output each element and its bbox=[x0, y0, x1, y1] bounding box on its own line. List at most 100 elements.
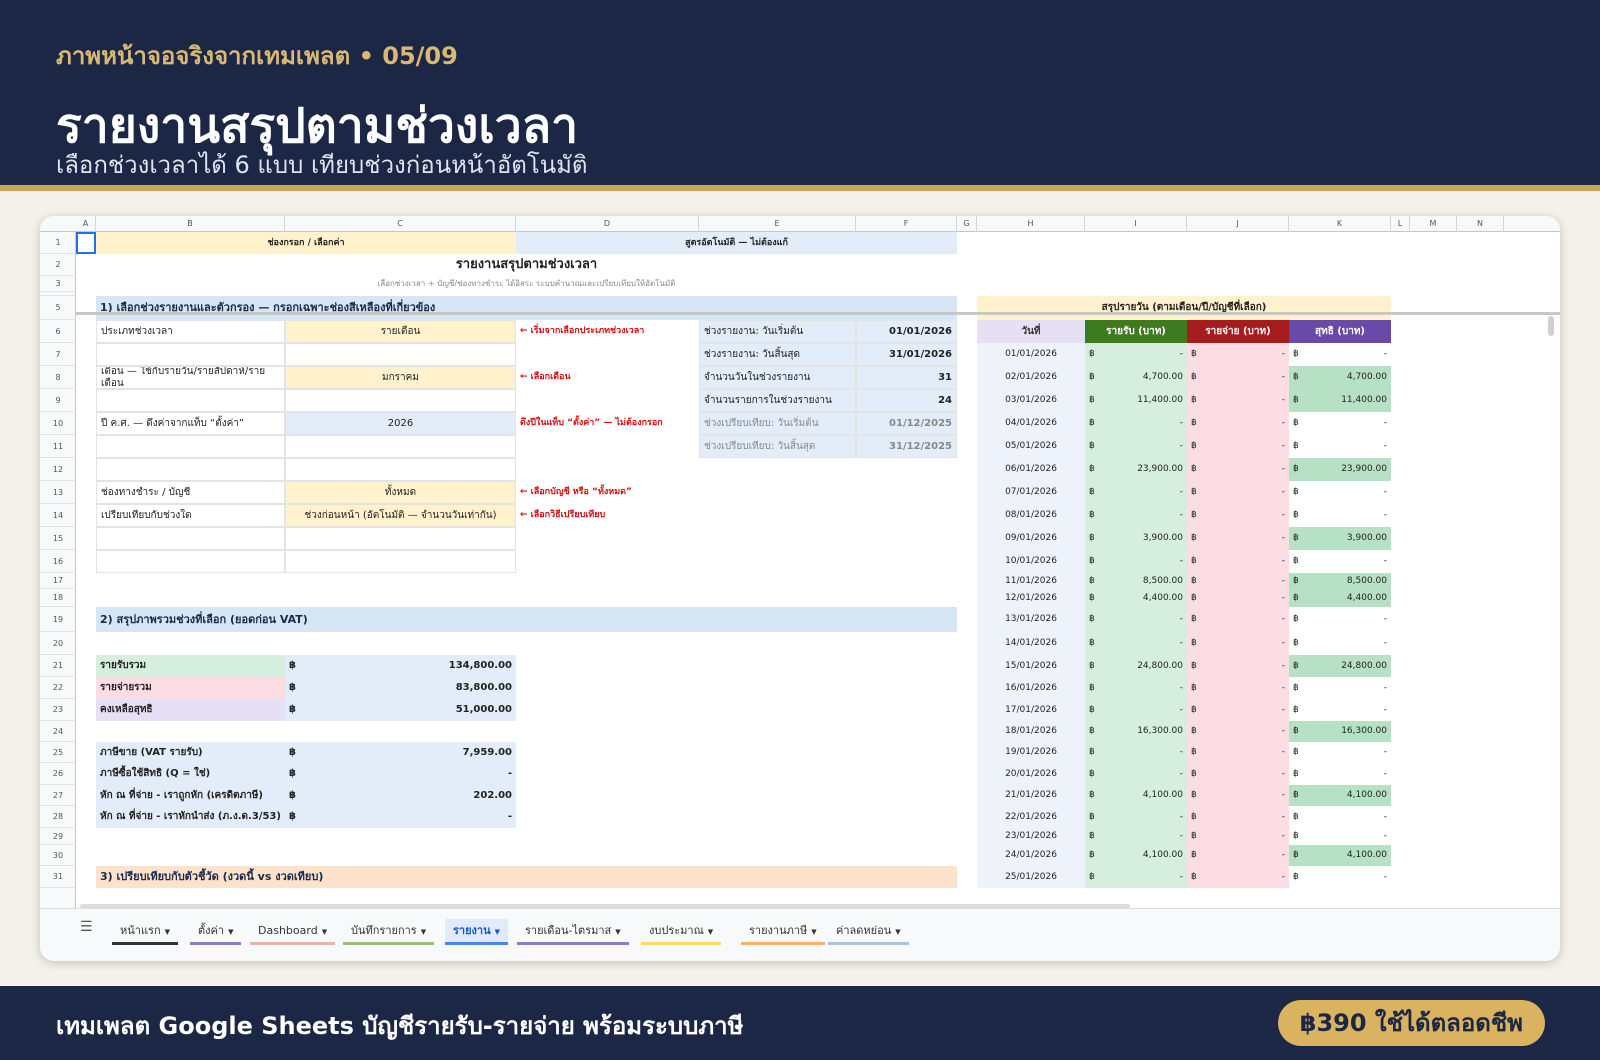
row-header[interactable]: 1 bbox=[40, 232, 76, 254]
empty-cell[interactable] bbox=[285, 389, 516, 412]
daily-value: 4,700.00 bbox=[1142, 372, 1183, 383]
row-header[interactable]: 29 bbox=[40, 828, 76, 845]
chevron-down-icon[interactable]: ▼ bbox=[421, 928, 426, 936]
tab-0[interactable]: หน้าแรก ▼ bbox=[112, 919, 178, 945]
promo-footer: เทมเพลต Google Sheets บัญชีรายรับ-รายจ่า… bbox=[0, 986, 1600, 1060]
chevron-down-icon[interactable]: ▼ bbox=[228, 928, 233, 936]
chevron-down-icon[interactable]: ▼ bbox=[165, 928, 170, 936]
row-header[interactable]: 11 bbox=[40, 435, 76, 458]
row-header[interactable]: 17 bbox=[40, 573, 76, 589]
info-label: จำนวนวันในช่วงรายงาน bbox=[699, 366, 856, 389]
row-header[interactable]: 27 bbox=[40, 785, 76, 806]
empty-cell[interactable] bbox=[285, 435, 516, 458]
daily-value: - bbox=[1179, 614, 1183, 625]
filter-value-month[interactable]: มกราคม bbox=[285, 366, 516, 389]
empty-cell[interactable] bbox=[96, 550, 285, 573]
row-header[interactable]: 12 bbox=[40, 458, 76, 481]
column-header[interactable]: A bbox=[76, 216, 96, 232]
empty-cell[interactable] bbox=[96, 435, 285, 458]
chevron-down-icon[interactable]: ▼ bbox=[811, 928, 816, 936]
row-header[interactable]: 18 bbox=[40, 589, 76, 607]
daily-date: 04/01/2026 bbox=[977, 412, 1085, 435]
row-header[interactable]: 21 bbox=[40, 655, 76, 677]
tab-7[interactable]: รายงานภาษี ▼ bbox=[741, 919, 825, 945]
tab-8[interactable]: ค่าลดหย่อน ▼ bbox=[828, 919, 909, 945]
daily-value: - bbox=[1281, 790, 1285, 801]
chevron-down-icon[interactable]: ▼ bbox=[895, 928, 900, 936]
empty-cell[interactable] bbox=[285, 343, 516, 366]
row-header[interactable]: 19 bbox=[40, 607, 76, 632]
column-header[interactable]: I bbox=[1085, 216, 1187, 232]
row-header[interactable]: 16 bbox=[40, 550, 76, 573]
column-header[interactable]: C bbox=[285, 216, 516, 232]
price-badge[interactable]: ฿390 ใช้ได้ตลอดชีพ bbox=[1277, 1000, 1545, 1046]
tab-3[interactable]: บันทึกรายการ ▼ bbox=[343, 919, 435, 945]
row-header[interactable]: 28 bbox=[40, 806, 76, 828]
row-header[interactable]: 6 bbox=[40, 320, 76, 343]
daily-value: 4,100.00 bbox=[1142, 850, 1183, 861]
empty-cell[interactable] bbox=[285, 458, 516, 481]
vertical-scrollbar[interactable] bbox=[1548, 316, 1554, 336]
row-header[interactable]: 23 bbox=[40, 699, 76, 721]
tab-label: ค่าลดหย่อน bbox=[836, 924, 892, 937]
row-header[interactable]: 5 bbox=[40, 296, 76, 320]
empty-cell[interactable] bbox=[96, 389, 285, 412]
row-header[interactable]: 26 bbox=[40, 763, 76, 785]
daily-value: - bbox=[1281, 831, 1285, 842]
row-header[interactable]: 31 bbox=[40, 866, 76, 888]
row-header[interactable]: 24 bbox=[40, 721, 76, 742]
daily-value: - bbox=[1281, 638, 1285, 649]
info-label: ช่วงรายงาน: วันสิ้นสุด bbox=[699, 343, 856, 366]
daily-value: - bbox=[1281, 660, 1285, 671]
column-header[interactable]: F bbox=[856, 216, 957, 232]
chevron-down-icon[interactable]: ▼ bbox=[615, 928, 620, 936]
column-header[interactable]: K bbox=[1289, 216, 1391, 232]
tab-2[interactable]: Dashboard ▼ bbox=[250, 919, 336, 945]
filter-value-type[interactable]: รายเดือน bbox=[285, 320, 516, 343]
chevron-down-icon[interactable]: ▼ bbox=[708, 928, 713, 936]
menu-icon[interactable]: ☰ bbox=[80, 919, 93, 935]
row-header[interactable]: 15 bbox=[40, 527, 76, 550]
row-header[interactable]: 7 bbox=[40, 343, 76, 366]
empty-cell[interactable] bbox=[285, 527, 516, 550]
empty-cell[interactable] bbox=[96, 458, 285, 481]
empty-cell[interactable] bbox=[285, 550, 516, 573]
column-header[interactable]: H bbox=[977, 216, 1085, 232]
chevron-down-icon[interactable]: ▼ bbox=[495, 928, 500, 936]
column-header[interactable]: N bbox=[1457, 216, 1504, 232]
row-header[interactable]: 13 bbox=[40, 481, 76, 504]
daily-date: 16/01/2026 bbox=[977, 677, 1085, 699]
empty-cell[interactable] bbox=[96, 527, 285, 550]
chevron-down-icon[interactable]: ▼ bbox=[322, 928, 327, 936]
column-header[interactable]: G bbox=[957, 216, 977, 232]
filter-note: ← เริ่มจากเลือกประเภทช่วงเวลา bbox=[520, 326, 645, 337]
filter-value-cmp[interactable]: ช่วงก่อนหน้า (อัตโนมัติ — จำนวนวันเท่ากั… bbox=[285, 504, 516, 527]
column-header[interactable]: M bbox=[1410, 216, 1457, 232]
selected-cell[interactable] bbox=[76, 232, 96, 254]
row-header[interactable]: 14 bbox=[40, 504, 76, 527]
row-header[interactable]: 3 bbox=[40, 276, 76, 292]
column-header[interactable]: B bbox=[96, 216, 285, 232]
row-header[interactable]: 2 bbox=[40, 254, 76, 276]
row-header[interactable]: 20 bbox=[40, 632, 76, 655]
tab-label: บันทึกรายการ bbox=[351, 924, 417, 937]
header-desc: เลือกช่วงเวลาได้ 6 แบบ เทียบช่วงก่อนหน้า… bbox=[56, 151, 588, 179]
column-header[interactable]: E bbox=[699, 216, 856, 232]
row-header[interactable]: 10 bbox=[40, 412, 76, 435]
tab-1[interactable]: ตั้งค่า ▼ bbox=[190, 919, 242, 945]
section-2-title: 2) สรุปภาพรวมช่วงที่เลือก (ยอดก่อน VAT) bbox=[96, 607, 957, 632]
row-header[interactable]: 30 bbox=[40, 845, 76, 866]
filter-value-acct[interactable]: ทั้งหมด bbox=[285, 481, 516, 504]
tab-6[interactable]: งบประมาณ ▼ bbox=[641, 919, 722, 945]
column-header[interactable]: J bbox=[1187, 216, 1289, 232]
tab-5[interactable]: รายเดือน-ไตรมาส ▼ bbox=[517, 919, 629, 945]
column-header[interactable]: L bbox=[1391, 216, 1410, 232]
column-header[interactable]: D bbox=[516, 216, 699, 232]
tab-4[interactable]: รายงาน ▼ bbox=[445, 919, 508, 945]
empty-cell[interactable] bbox=[96, 343, 285, 366]
row-header[interactable]: 22 bbox=[40, 677, 76, 699]
daily-value: 4,400.00 bbox=[1142, 592, 1183, 603]
row-header[interactable]: 25 bbox=[40, 742, 76, 763]
row-header[interactable]: 8 bbox=[40, 366, 76, 389]
row-header[interactable]: 9 bbox=[40, 389, 76, 412]
